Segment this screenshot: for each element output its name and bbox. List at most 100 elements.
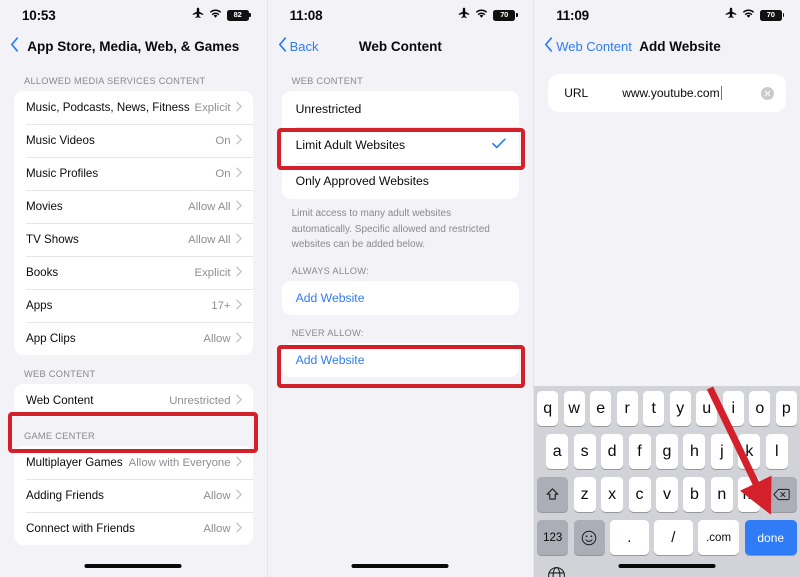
key-m[interactable]: m: [738, 477, 761, 512]
url-field-row[interactable]: URL www.youtube.com: [548, 74, 786, 112]
home-indicator: [618, 564, 716, 568]
key-e[interactable]: e: [590, 391, 612, 426]
key-r[interactable]: r: [616, 391, 638, 426]
chevron-right-icon: [235, 297, 242, 315]
table-row[interactable]: Music, Podcasts, News, Fitness Explicit: [14, 91, 253, 124]
key-p[interactable]: p: [775, 391, 797, 426]
table-row[interactable]: Adding Friends Allow: [14, 479, 253, 512]
table-row[interactable]: Music Videos On: [14, 124, 253, 157]
key-c[interactable]: c: [628, 477, 651, 512]
dotcom-key[interactable]: .com: [698, 520, 740, 555]
table-row[interactable]: App Clips Allow: [14, 322, 253, 355]
back-button[interactable]: Back: [278, 37, 319, 55]
table-row[interactable]: Multiplayer Games Allow with Everyone: [14, 446, 253, 479]
key-z[interactable]: z: [573, 477, 596, 512]
key-n[interactable]: n: [710, 477, 733, 512]
key-b[interactable]: b: [683, 477, 706, 512]
chevron-right-icon: [235, 454, 242, 472]
text-caret: [720, 86, 722, 100]
chevron-right-icon: [235, 264, 242, 282]
key-h[interactable]: h: [683, 434, 706, 469]
key-v[interactable]: v: [656, 477, 678, 512]
key-q[interactable]: q: [537, 391, 559, 426]
key-j[interactable]: j: [710, 434, 733, 469]
key-x[interactable]: x: [601, 477, 624, 512]
key-l[interactable]: l: [765, 434, 788, 469]
slash-key[interactable]: /: [654, 520, 693, 555]
table-row[interactable]: Books Explicit: [14, 256, 253, 289]
table-row[interactable]: TV Shows Allow All: [14, 223, 253, 256]
list-web-content: Web Content Unrestricted: [14, 384, 253, 417]
on-screen-keyboard[interactable]: q w e r t y u i o p a s d f g h j k l z …: [534, 386, 800, 577]
key-f[interactable]: f: [628, 434, 651, 469]
row-value: Allow: [203, 332, 231, 345]
key-a[interactable]: a: [546, 434, 569, 469]
back-button[interactable]: [10, 37, 22, 55]
done-key[interactable]: done: [744, 520, 797, 555]
list-web-content-options: Unrestricted Limit Adult Websites Only A…: [281, 91, 520, 199]
row-right: Allow with Everyone: [129, 454, 242, 472]
row-value: Allow with Everyone: [128, 456, 231, 469]
table-row[interactable]: Music Profiles On: [14, 157, 253, 190]
key-w[interactable]: w: [563, 391, 585, 426]
key-i[interactable]: i: [722, 391, 744, 426]
list-never-allow: Add Website: [281, 342, 520, 377]
globe-key-icon[interactable]: [547, 566, 567, 577]
panel-app-store-media-web-games: 10:53 82 App Store, Media, Web, & Games …: [0, 0, 267, 577]
option-only-approved-websites[interactable]: Only Approved Websites: [282, 163, 520, 199]
period-key[interactable]: .: [610, 520, 649, 555]
backspace-key-icon[interactable]: [765, 477, 797, 512]
clear-text-icon[interactable]: [760, 86, 774, 100]
battery-icon: 82: [226, 9, 252, 21]
wifi-icon: [742, 6, 755, 24]
row-value: Explicit: [194, 266, 231, 279]
add-website-always-allow-button[interactable]: Add Website: [282, 281, 520, 315]
airplane-mode-icon: [725, 6, 737, 24]
option-label: Only Approved Websites: [295, 174, 429, 188]
keyboard-row-3: z x c v b n m: [534, 477, 800, 512]
table-row[interactable]: Connect with Friends Allow: [14, 512, 253, 545]
battery-icon: 70: [759, 9, 785, 21]
key-y[interactable]: y: [669, 391, 691, 426]
emoji-key-icon[interactable]: [573, 520, 605, 555]
key-k[interactable]: k: [738, 434, 761, 469]
row-value: 17+: [211, 299, 231, 312]
keyboard-row-2: a s d f g h j k l: [534, 434, 800, 469]
row-value: Explicit: [194, 101, 231, 114]
table-row[interactable]: Apps 17+: [14, 289, 253, 322]
key-s[interactable]: s: [573, 434, 596, 469]
sidebar-item-web-content[interactable]: Web Content Unrestricted: [14, 384, 253, 417]
shift-key-icon[interactable]: [537, 477, 569, 512]
key-u[interactable]: u: [696, 391, 718, 426]
url-input-wrapper[interactable]: www.youtube.com: [622, 86, 761, 100]
chevron-right-icon: [235, 165, 242, 183]
key-g[interactable]: g: [656, 434, 678, 469]
chevron-left-icon: [544, 37, 553, 55]
panel-web-content: 11:08 70 Back Web Content WEB CONTENT Un…: [266, 0, 534, 577]
row-right: Explicit: [195, 99, 242, 117]
section-header-always-allow: ALWAYS ALLOW:: [291, 265, 369, 276]
numbers-key[interactable]: 123: [537, 520, 569, 555]
url-input[interactable]: www.youtube.com: [622, 86, 719, 100]
row-label: Movies: [26, 200, 63, 213]
page-title: App Store, Media, Web, & Games: [27, 38, 240, 54]
chevron-left-icon: [278, 37, 287, 55]
add-website-never-allow-button[interactable]: Add Website: [282, 343, 520, 377]
chevron-right-icon: [235, 330, 242, 348]
row-right: Allow All: [188, 198, 242, 216]
web-content-footnote: Limit access to many adult websites auto…: [291, 208, 490, 250]
row-right: Explicit: [195, 264, 242, 282]
option-limit-adult-websites[interactable]: Limit Adult Websites: [282, 127, 520, 163]
key-d[interactable]: d: [601, 434, 624, 469]
row-label: Music, Podcasts, News, Fitness: [26, 101, 190, 114]
table-row[interactable]: Movies Allow All: [14, 190, 253, 223]
status-bar-panel2: 11:08 70: [268, 0, 534, 30]
screenshot-stage: 10:53 82 App Store, Media, Web, & Games …: [0, 0, 800, 577]
option-unrestricted[interactable]: Unrestricted: [282, 91, 520, 127]
airplane-mode-icon: [192, 6, 204, 24]
back-button[interactable]: Web Content: [544, 37, 632, 55]
key-o[interactable]: o: [749, 391, 771, 426]
row-right: Unrestricted: [169, 392, 242, 410]
key-t[interactable]: t: [643, 391, 665, 426]
row-value: Unrestricted: [169, 394, 231, 407]
